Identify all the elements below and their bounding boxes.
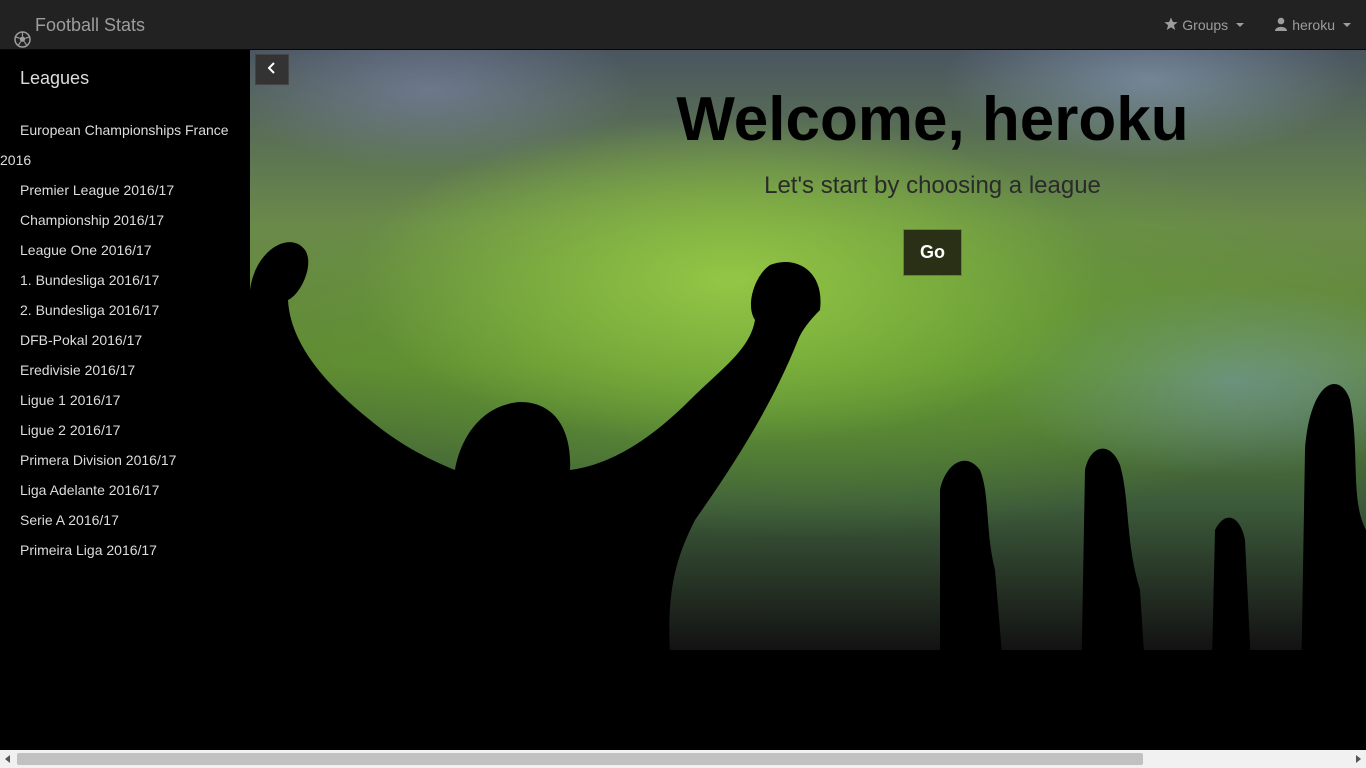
league-item[interactable]: Primeira Liga 2016/17 [0,535,250,565]
caret-down-icon [1236,23,1245,27]
groups-dropdown[interactable]: Groups [1149,0,1259,50]
user-dropdown[interactable]: heroku [1259,0,1366,50]
user-icon [1274,17,1288,34]
league-item[interactable]: League One 2016/17 [0,235,250,265]
league-item[interactable]: 1. Bundesliga 2016/17 [0,265,250,295]
brand-link[interactable]: Football Stats [14,0,145,50]
league-item[interactable]: Eredivisie 2016/17 [0,355,250,385]
caret-down-icon [1343,23,1351,27]
sidebar-title: Leagues [20,68,90,88]
scrollbar-thumb[interactable] [17,753,1143,765]
league-item[interactable]: Primera Division 2016/17 [0,445,250,475]
league-item[interactable]: European Championships France 2016 [0,115,250,175]
star-icon [1164,17,1178,34]
league-item[interactable]: 2. Bundesliga 2016/17 [0,295,250,325]
top-navbar: Football Stats Groups heroku [0,0,1366,50]
welcome-subtitle: Let's start by choosing a league [764,172,1101,199]
league-item[interactable]: Premier League 2016/17 [0,175,250,205]
league-item[interactable]: Championship 2016/17 [0,205,250,235]
league-item[interactable]: Ligue 1 2016/17 [0,385,250,415]
user-label: heroku [1292,17,1335,33]
sidebar-toggle-button[interactable] [255,54,289,85]
soccer-ball-icon [14,17,31,48]
welcome-heading: Welcome, heroku [676,85,1189,154]
fans-silhouette-image [250,242,1366,750]
scroll-left-icon[interactable] [5,755,10,763]
go-button[interactable]: Go [903,229,962,276]
league-item[interactable]: Ligue 2 2016/17 [0,415,250,445]
brand-label: Football Stats [35,15,146,35]
hero-background [250,50,1366,750]
sidebar: Leagues European Championships France 20… [0,50,250,750]
scroll-right-icon[interactable] [1356,755,1361,763]
league-item[interactable]: Liga Adelante 2016/17 [0,475,250,505]
league-item[interactable]: Serie A 2016/17 [0,505,250,535]
league-list: European Championships France 2016 Premi… [0,115,250,565]
chevron-left-icon [267,61,277,79]
groups-label: Groups [1182,17,1229,33]
league-item[interactable]: DFB-Pokal 2016/17 [0,325,250,355]
horizontal-scrollbar[interactable] [0,750,1366,768]
